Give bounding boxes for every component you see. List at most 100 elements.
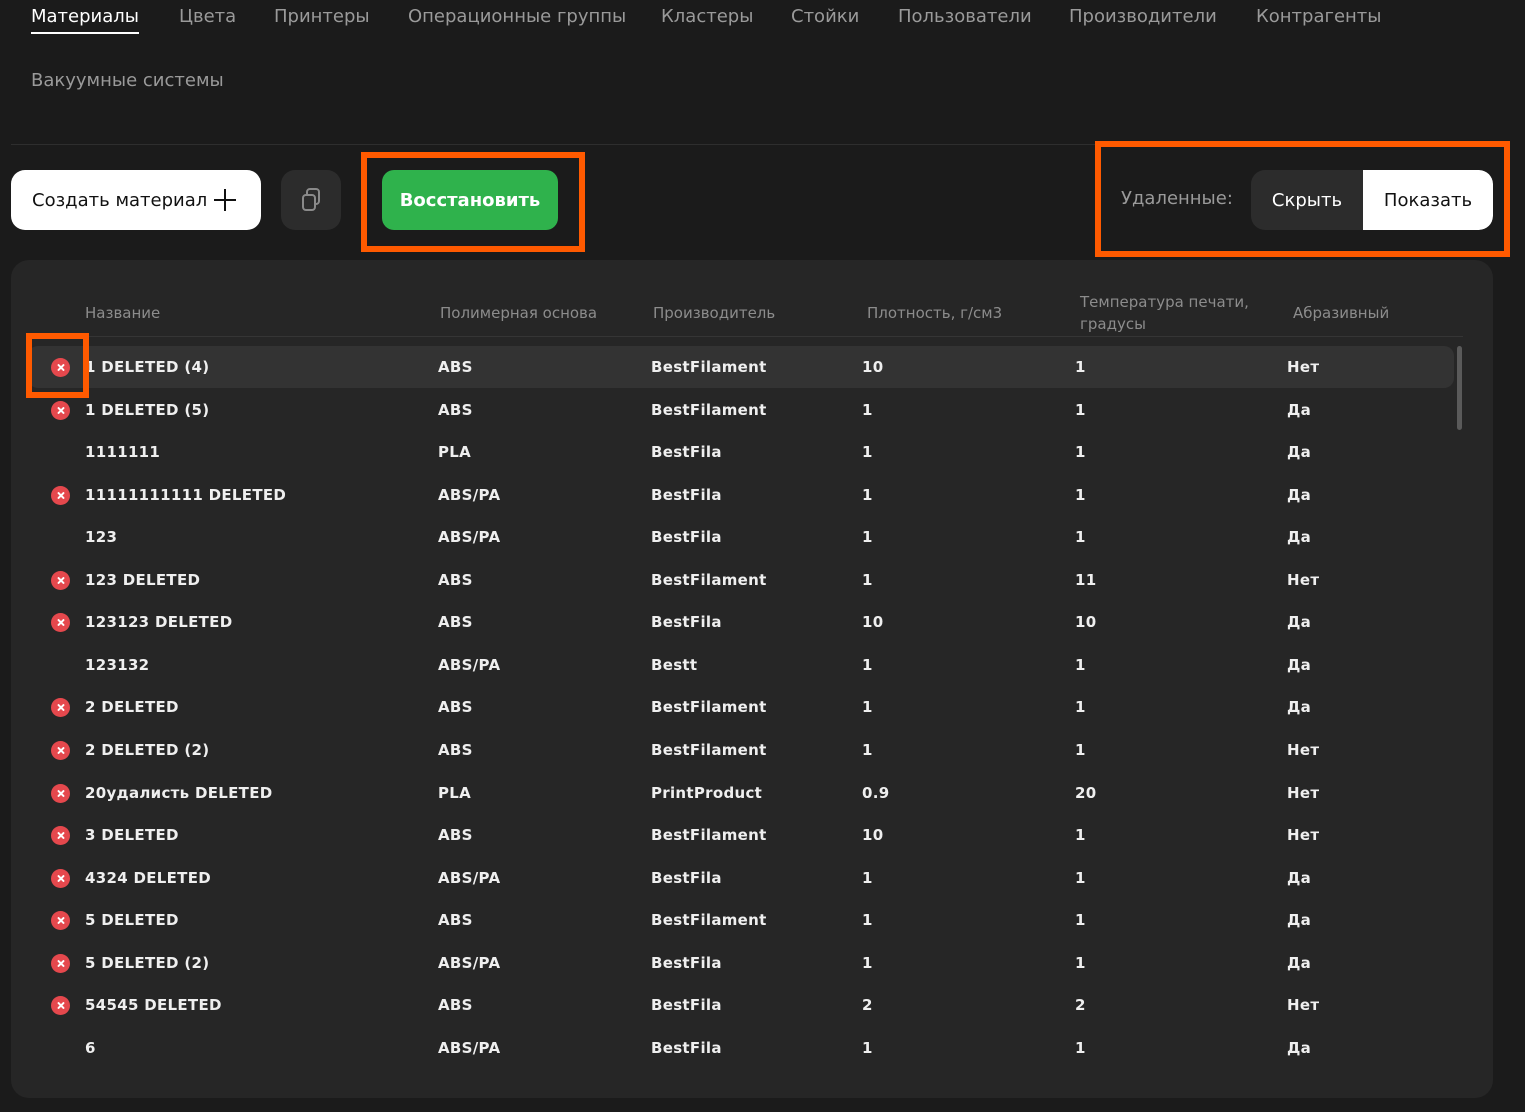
tab-printers[interactable]: Принтеры [274,6,370,27]
deleted-x-icon[interactable] [51,698,70,717]
table-row[interactable]: 123 DELETED ABS BestFilament 1 11 Нет [28,559,1454,601]
table-row[interactable]: 1 DELETED (4) ABS BestFilament 10 1 Нет [28,346,1454,388]
cell-abrasive: Нет [1287,741,1320,759]
cell-manufacturer: BestFilament [651,911,767,929]
table-row[interactable]: 2 DELETED (2) ABS BestFilament 1 1 Нет [28,729,1454,771]
cell-abrasive: Да [1287,401,1312,419]
deleted-x-icon[interactable] [51,358,70,377]
tab-users[interactable]: Пользователи [898,6,1032,27]
cell-abrasive: Нет [1287,826,1320,844]
table-row[interactable]: 5 DELETED ABS BestFilament 1 1 Да [28,899,1454,941]
table-row[interactable]: 4324 DELETED ABS/PA BestFila 1 1 Да [28,857,1454,899]
copy-icon [302,188,320,211]
column-header-abrasive: Абразивный [1293,304,1390,322]
cell-polymer-base: ABS/PA [438,1039,501,1057]
table-row[interactable]: 1111111 PLA BestFila 1 1 Да [28,431,1454,473]
cell-print-temperature: 10 [1075,613,1097,631]
table-row[interactable]: 1 DELETED (5) ABS BestFilament 1 1 Да [28,389,1454,431]
deleted-x-icon[interactable] [51,571,70,590]
cell-manufacturer: Bestt [651,656,698,674]
deleted-x-icon[interactable] [51,486,70,505]
deleted-x-icon[interactable] [51,996,70,1015]
tab-vacuum-systems[interactable]: Вакуумные системы [31,70,224,91]
table-row[interactable]: 3 DELETED ABS BestFilament 10 1 Нет [28,814,1454,856]
deleted-x-icon[interactable] [51,869,70,888]
deleted-x-icon[interactable] [51,613,70,632]
table-row[interactable]: 6 ABS/PA BestFila 1 1 Да [28,1027,1454,1069]
copy-button[interactable] [281,170,341,230]
cell-name: 5 DELETED (2) [85,954,210,972]
tab-manufacturers[interactable]: Производители [1069,6,1217,27]
cell-density: 1 [862,869,873,887]
tab-racks[interactable]: Стойки [791,6,859,27]
table-row[interactable]: 54545 DELETED ABS BestFila 2 2 Нет [28,984,1454,1026]
column-header-name: Название [85,304,161,322]
cell-manufacturer: BestFila [651,996,722,1014]
deleted-x-icon[interactable] [51,911,70,930]
tab-colors[interactable]: Цвета [179,6,236,27]
cell-density: 1 [862,954,873,972]
table-row[interactable]: 5 DELETED (2) ABS/PA BestFila 1 1 Да [28,942,1454,984]
tab-clusters[interactable]: Кластеры [661,6,753,27]
cell-density: 10 [862,358,884,376]
cell-polymer-base: ABS [438,996,473,1014]
cell-print-temperature: 1 [1075,826,1086,844]
cell-abrasive: Да [1287,954,1312,972]
cell-name: 5 DELETED [85,911,179,929]
cell-name: 123 [85,528,118,546]
deleted-x-icon[interactable] [51,741,70,760]
table-scrollbar[interactable] [1457,346,1462,430]
tab-contractors[interactable]: Контрагенты [1256,6,1382,27]
cell-manufacturer: BestFilament [651,698,767,716]
cell-print-temperature: 1 [1075,528,1086,546]
tab-operation-groups[interactable]: Операционные группы [408,6,626,27]
deleted-x-icon[interactable] [51,954,70,973]
create-material-label: Создать материал [32,189,208,211]
cell-manufacturer: BestFila [651,1039,722,1057]
cell-abrasive: Да [1287,613,1312,631]
cell-name: 2 DELETED (2) [85,741,210,759]
deleted-filter-label: Удаленные: [1121,188,1233,209]
cell-density: 1 [862,443,873,461]
table-row[interactable]: 20удалисть DELETED PLA PrintProduct 0.9 20 Не… [28,772,1454,814]
cell-polymer-base: ABS [438,698,473,716]
cell-manufacturer: BestFila [651,528,722,546]
cell-name: 54545 DELETED [85,996,222,1014]
deleted-x-icon[interactable] [51,826,70,845]
table-row[interactable]: 123123 DELETED ABS BestFila 10 10 Да [28,601,1454,643]
cell-manufacturer: PrintProduct [651,784,763,802]
cell-name: 20удалисть DELETED [85,784,273,802]
cell-print-temperature: 1 [1075,698,1086,716]
show-deleted-option[interactable]: Показать [1363,170,1493,230]
cell-manufacturer: BestFilament [651,358,767,376]
cell-polymer-base: ABS [438,741,473,759]
cell-density: 0.9 [862,784,890,802]
cell-print-temperature: 2 [1075,996,1086,1014]
cell-density: 1 [862,911,873,929]
column-header-manufacturer: Производитель [653,304,776,322]
cell-density: 1 [862,528,873,546]
restore-button[interactable]: Восстановить [382,170,558,230]
table-row[interactable]: 123132 ABS/PA Bestt 1 1 Да [28,644,1454,686]
cell-abrasive: Да [1287,1039,1312,1057]
table-row[interactable]: 11111111111 DELETED ABS/PA BestFila 1 1 Да [28,474,1454,516]
cell-density: 1 [862,571,873,589]
cell-polymer-base: ABS [438,358,473,376]
cell-print-temperature: 1 [1075,443,1086,461]
deleted-x-icon[interactable] [51,401,70,420]
deleted-x-icon[interactable] [51,784,70,803]
table-row[interactable]: 2 DELETED ABS BestFilament 1 1 Да [28,686,1454,728]
cell-name: 1 DELETED (4) [85,358,210,376]
cell-manufacturer: BestFila [651,954,722,972]
table-row[interactable]: 123 ABS/PA BestFila 1 1 Да [28,516,1454,558]
create-material-button[interactable]: Создать материал [11,170,261,230]
hide-deleted-option[interactable]: Скрыть [1251,170,1363,230]
tab-materials[interactable]: Материалы [31,6,139,34]
cell-abrasive: Да [1287,656,1312,674]
cell-abrasive: Нет [1287,358,1320,376]
cell-polymer-base: PLA [438,784,472,802]
cell-density: 1 [862,656,873,674]
cell-polymer-base: ABS/PA [438,528,501,546]
cell-print-temperature: 1 [1075,954,1086,972]
cell-polymer-base: ABS/PA [438,869,501,887]
